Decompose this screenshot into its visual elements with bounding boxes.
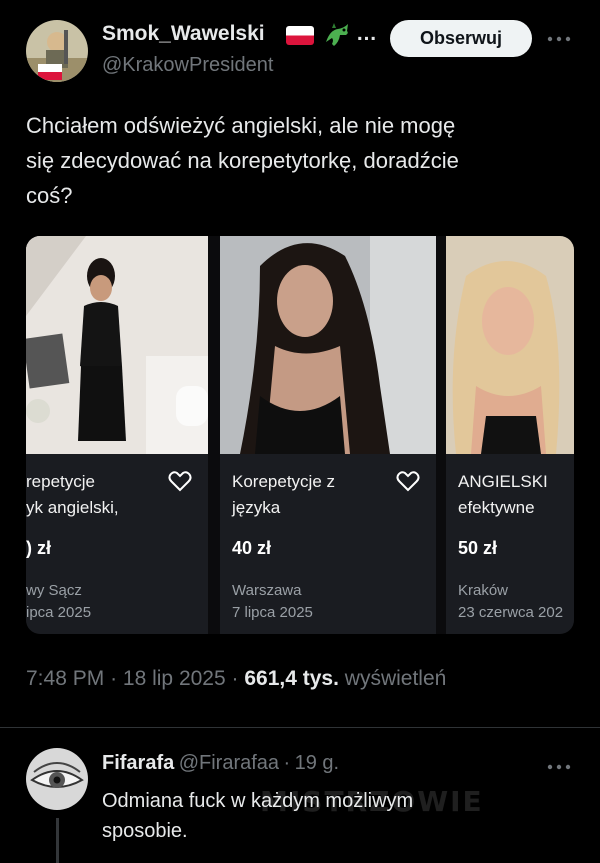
tweet-text-line: Chciałem odświeżyć angielski, ale nie mo… [26, 113, 456, 138]
listing-price: 40 zł [232, 538, 272, 558]
dragon-emoji-icon [322, 20, 352, 50]
listing-title: Korepetycje z języka [232, 469, 335, 521]
listing-date: 7 lipca 2025 [232, 604, 313, 621]
reply-text-line: sposobie. [102, 820, 188, 842]
reply-author-avatar[interactable] [26, 748, 88, 810]
more-horizontal-icon [547, 764, 571, 770]
listing-photo [26, 236, 208, 454]
author-handle[interactable]: @KrakowPresident [102, 54, 273, 77]
listing-photo [446, 236, 574, 454]
reply-more-options-button[interactable] [544, 760, 574, 774]
meta-separator: · [110, 667, 118, 690]
more-options-button[interactable] [544, 32, 574, 46]
tweet-time[interactable]: 7:48 PM [26, 667, 104, 690]
listing-city: wy Sącz [26, 582, 82, 599]
thread-line [56, 818, 59, 863]
listing-city: Kraków [458, 582, 509, 599]
reply-author-name[interactable]: Fifarafa [102, 752, 174, 774]
heart-outline-icon[interactable] [396, 470, 420, 497]
follow-button[interactable]: Obserwuj [390, 20, 532, 57]
listing-card[interactable]: repetycje yk angielski, ) zł wy Sącz ipc… [26, 236, 208, 634]
listing-title-line: repetycje [26, 472, 95, 491]
poland-flag-icon [286, 26, 314, 45]
listing-date: 23 czerwca 202 [458, 604, 564, 621]
listing-title-line: Korepetycje z [232, 472, 335, 491]
listing-city: Warszawa [232, 582, 302, 599]
more-horizontal-icon [547, 36, 571, 42]
listing-price: 50 zł [458, 538, 498, 558]
divider [0, 727, 600, 728]
author-avatar[interactable] [26, 20, 88, 82]
tweet-date[interactable]: 18 lip 2025 [123, 667, 226, 690]
site-watermark: MISTRZOWIE [260, 785, 484, 818]
reply-age[interactable]: 19 g. [295, 752, 339, 774]
listing-photo [220, 236, 436, 454]
heart-outline-icon[interactable] [168, 470, 192, 497]
tweet-text-line: się zdecydować na korepetytorkę, doradźc… [26, 148, 459, 173]
tweet-text: Chciałem odświeżyć angielski, ale nie mo… [26, 108, 586, 213]
author-name[interactable]: Smok_Wawelski [102, 22, 265, 46]
tweet-meta: 7:48 PM · 18 lip 2025 · 661,4 tys. wyświ… [26, 667, 446, 691]
listing-price: ) zł [26, 538, 51, 558]
listing-date: ipca 2025 [26, 604, 92, 621]
meta-separator: · [283, 752, 291, 774]
tweet-text-line: coś? [26, 183, 73, 208]
reply-author-handle[interactable]: @Firarafaa [179, 752, 279, 774]
listing-title-line: yk angielski, [26, 498, 119, 517]
listing-title: repetycje yk angielski, [26, 469, 119, 521]
listing-card[interactable]: ANGIELSKI efektywne 50 zł Kraków 23 czer… [446, 236, 574, 634]
listing-title-line: ANGIELSKI [458, 472, 548, 491]
reply-header: Fifarafa @Firarafaa · 19 g. [102, 752, 339, 775]
meta-separator: · [231, 667, 239, 690]
views-label: wyświetleń [344, 667, 447, 690]
listing-title: ANGIELSKI efektywne [458, 469, 548, 521]
listing-title-line: języka [232, 498, 281, 517]
views-count: 661,4 tys. [244, 667, 339, 690]
author-name-ellipsis: … [356, 22, 377, 45]
tweet-image[interactable]: repetycje yk angielski, ) zł wy Sącz ipc… [26, 236, 574, 634]
listing-title-line: efektywne [458, 498, 535, 517]
listing-card[interactable]: Korepetycje z języka 40 zł Warszawa 7 li… [220, 236, 436, 634]
